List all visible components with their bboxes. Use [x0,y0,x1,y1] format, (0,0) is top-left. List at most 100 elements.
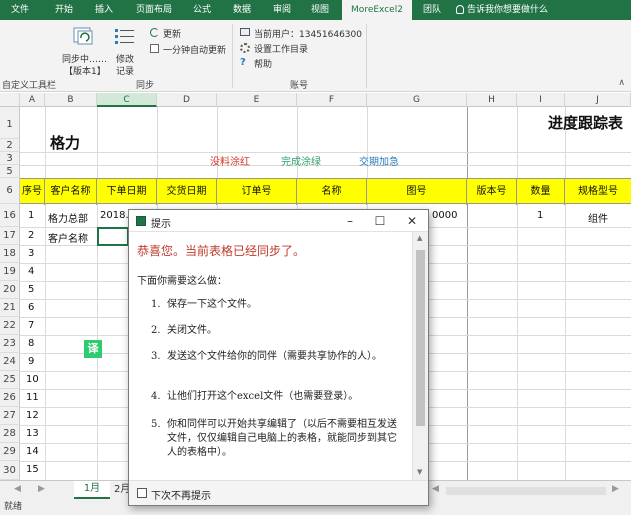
quantity-cell[interactable]: 1 [537,210,543,221]
row-header[interactable]: 3 [0,152,20,165]
legend-green-cell[interactable]: 完成涂绿 [281,153,321,168]
tab-insert[interactable]: 插入 [88,0,120,20]
seq-cell[interactable]: 11 [26,392,39,403]
seq-cell[interactable]: 15 [26,464,39,475]
seq-cell[interactable]: 12 [26,410,39,421]
seq-cell[interactable]: 9 [28,356,34,367]
scroll-left-icon[interactable]: ◀ [432,484,439,494]
prev-sheet-icon[interactable]: ◀ [14,484,21,494]
header-quantity[interactable]: 数量 [517,179,565,205]
row-header[interactable]: 29 [0,443,20,461]
row-header[interactable]: 26 [0,389,20,407]
row-header[interactable]: 18 [0,245,20,263]
sheet-title-cell[interactable]: 进度跟踪表 [548,112,623,133]
order-date-cell[interactable]: 2018. [100,210,129,221]
tab-data[interactable]: 数据 [226,0,258,20]
header-order-no[interactable]: 订单号 [217,179,297,205]
tab-team[interactable]: 团队 [416,0,448,20]
row-header[interactable]: 5 [0,165,20,178]
dialog-vertical-scrollbar[interactable]: ▲ ▼ [412,232,428,480]
column-header-c[interactable]: C [97,93,157,107]
legend-blue-cell[interactable]: 交期加急 [359,153,399,168]
scroll-up-icon[interactable]: ▲ [417,234,422,242]
column-header-e[interactable]: E [217,93,297,107]
row-header[interactable]: 6 [0,178,20,204]
column-header-g[interactable]: G [367,93,467,107]
seq-cell[interactable]: 4 [28,266,34,277]
tab-home[interactable]: 开始 [48,0,80,20]
column-header-j[interactable]: J [565,93,631,107]
translate-badge[interactable]: 译 [84,340,102,358]
seq-cell[interactable]: 1 [28,210,34,221]
header-delivery-date[interactable]: 交货日期 [157,179,217,205]
row-header[interactable]: 17 [0,227,20,245]
seq-cell[interactable]: 7 [28,320,34,331]
seq-cell[interactable]: 10 [26,374,39,385]
maximize-button[interactable]: ☐ [365,210,395,232]
tab-view[interactable]: 视图 [304,0,336,20]
tell-me-search[interactable]: 告诉我你想要做什么 [456,0,566,20]
row-header[interactable]: 1 [0,107,20,139]
close-button[interactable]: ✕ [397,210,427,232]
row-header[interactable]: 22 [0,317,20,335]
tab-page-layout[interactable]: 页面布局 [128,0,180,20]
company-name-cell[interactable]: 格力 [50,132,80,153]
next-sheet-icon[interactable]: ▶ [38,484,45,494]
column-header-i[interactable]: I [517,93,565,107]
sheet-tab-january[interactable]: 1月 [74,481,110,499]
seq-cell[interactable]: 6 [28,302,34,313]
row-header[interactable]: 21 [0,299,20,317]
header-order-date[interactable]: 下单日期 [97,179,157,205]
header-customer[interactable]: 客户名称 [45,179,97,205]
column-header-b[interactable]: B [45,93,97,107]
header-spec[interactable]: 规格型号 [565,179,631,205]
tab-moreexcel2[interactable]: MoreExcel2 [342,0,412,20]
column-header-a[interactable]: A [20,93,45,107]
tab-review[interactable]: 审阅 [266,0,298,20]
tab-file[interactable]: 文件 [2,0,38,20]
dialog-title-bar[interactable]: 提示 – ☐ ✕ [129,210,428,232]
customer-cell[interactable]: 客户名称 [48,230,96,245]
spec-cell[interactable]: 组件 [588,210,608,225]
scroll-down-icon[interactable]: ▼ [417,468,422,476]
row-header[interactable]: 30 [0,461,20,480]
seq-cell[interactable]: 14 [26,446,39,457]
tab-formulas[interactable]: 公式 [186,0,218,20]
scroll-right-icon[interactable]: ▶ [612,484,619,494]
header-version[interactable]: 版本号 [467,179,517,205]
row-header[interactable]: 24 [0,353,20,371]
seq-cell[interactable]: 8 [28,338,34,349]
row-header[interactable]: 19 [0,263,20,281]
row-header[interactable]: 25 [0,371,20,389]
row-header[interactable]: 2 [0,139,20,152]
seq-cell[interactable]: 2 [28,230,34,241]
row-header[interactable]: 16 [0,204,20,227]
drawing-no-cell[interactable]: 0000 [432,210,457,221]
scrollbar-thumb[interactable] [416,250,425,426]
help-icon: ? [240,57,246,68]
seq-cell[interactable]: 5 [28,284,34,295]
seq-cell[interactable]: 13 [26,428,39,439]
header-seq[interactable]: 序号 [20,179,45,205]
header-name[interactable]: 名称 [297,179,367,205]
header-drawing-no[interactable]: 图号 [367,179,467,205]
minimize-button[interactable]: – [335,210,365,232]
row-header[interactable]: 28 [0,425,20,443]
sync-button[interactable]: 同步中…… 【版本1】 [60,24,107,77]
seq-cell[interactable]: 3 [28,248,34,259]
column-header-f[interactable]: F [297,93,367,107]
row-header[interactable]: 23 [0,335,20,353]
column-header-d[interactable]: D [157,93,217,107]
customer-cell[interactable]: 格力总部 [48,210,96,225]
row-header[interactable]: 27 [0,407,20,425]
horizontal-scrollbar[interactable] [446,487,606,495]
legend-red-cell[interactable]: 没料涂红 [210,153,250,168]
select-all-corner[interactable] [0,93,20,107]
dont-show-label[interactable]: 下次不再提示 [151,487,211,502]
column-header-h[interactable]: H [467,93,517,107]
dont-show-checkbox[interactable] [137,488,147,498]
history-button[interactable]: 修改 记录 [110,24,140,77]
row-header[interactable]: 20 [0,281,20,299]
collapse-ribbon-icon[interactable]: ∧ [618,78,625,88]
tell-me-label: 告诉我你想要做什么 [467,5,549,15]
